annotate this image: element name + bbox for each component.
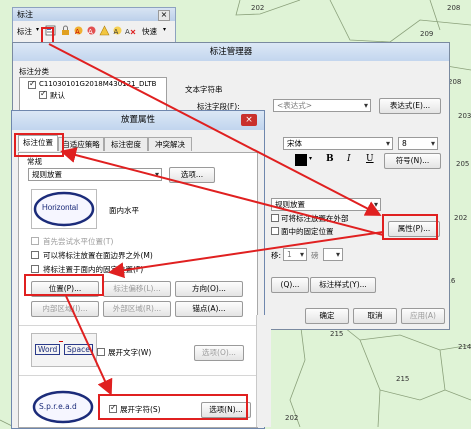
arrow-manager-to-properties: [48, 43, 382, 216]
arrow-position-to-spread: [65, 295, 113, 396]
arrow-properties-to-position: [108, 231, 384, 279]
annotation-arrows: [48, 43, 384, 396]
arrow-properties-to-tab: [60, 147, 384, 236]
